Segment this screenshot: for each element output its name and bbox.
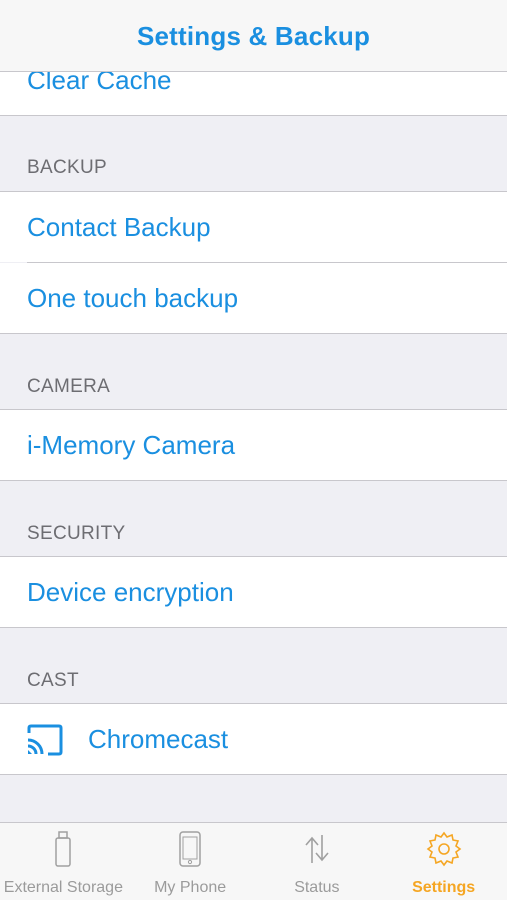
separator: [0, 333, 507, 334]
tab-label: Status: [294, 879, 340, 896]
tab-settings[interactable]: Settings: [380, 823, 507, 900]
page-title: Settings & Backup: [136, 21, 371, 51]
tab-label: Settings: [412, 879, 476, 896]
clear-cache-row[interactable]: Clear Cache: [0, 72, 507, 115]
gear-icon: [424, 829, 464, 869]
chromecast-row[interactable]: Chromecast: [0, 704, 507, 774]
separator: [0, 627, 507, 628]
navigation-bar: Settings & Backup: [0, 0, 507, 72]
one-touch-backup-row[interactable]: One touch backup: [0, 263, 507, 333]
tab-external-storage[interactable]: External Storage: [0, 823, 127, 900]
usb-drive-icon: [43, 829, 83, 869]
tab-label: My Phone: [154, 879, 227, 896]
tab-my-phone[interactable]: My Phone: [127, 823, 254, 900]
settings-screen: Settings & Backup Clear Cache BACKUP Con…: [0, 0, 507, 900]
separator: [0, 480, 507, 481]
cast-icon: [26, 724, 64, 756]
contact-backup-row[interactable]: Contact Backup: [0, 192, 507, 262]
clear-cache-label: Clear Cache: [27, 72, 172, 95]
section-header-camera: CAMERA: [27, 376, 111, 397]
memory-camera-row[interactable]: i-Memory Camera: [0, 410, 507, 480]
separator: [0, 115, 507, 116]
tab-bar: External Storage My Phone Status Setting…: [0, 822, 507, 900]
tab-status[interactable]: Status: [254, 823, 381, 900]
settings-list[interactable]: Clear Cache BACKUP Contact Backup One to…: [0, 72, 507, 822]
separator: [0, 774, 507, 775]
phone-icon: [170, 829, 210, 869]
section-header-cast: CAST: [27, 670, 79, 691]
one-touch-backup-label: One touch backup: [27, 283, 239, 313]
device-encryption-label: Device encryption: [27, 577, 234, 607]
device-encryption-row[interactable]: Device encryption: [0, 557, 507, 627]
section-header-security: SECURITY: [27, 523, 126, 544]
tab-label: External Storage: [3, 879, 123, 896]
transfer-arrows-icon: [297, 829, 337, 869]
chromecast-label: Chromecast: [88, 724, 229, 754]
contact-backup-label: Contact Backup: [27, 212, 211, 242]
section-header-backup: BACKUP: [27, 157, 107, 178]
memory-camera-label: i-Memory Camera: [27, 430, 236, 460]
